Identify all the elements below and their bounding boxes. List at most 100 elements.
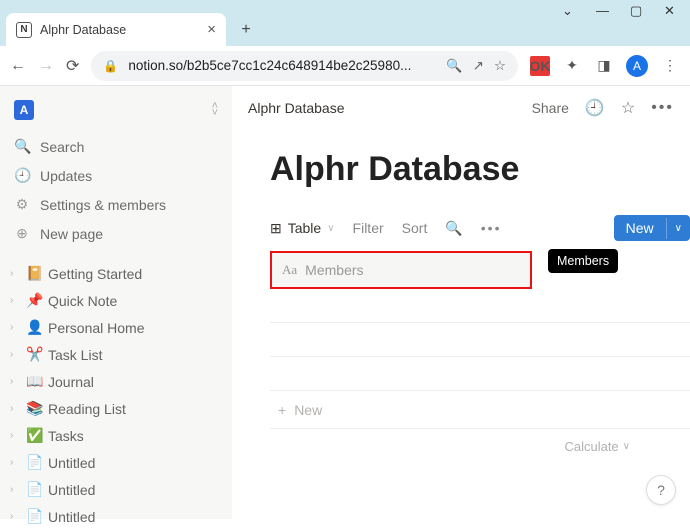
page-icon: 📌 <box>26 292 42 309</box>
new-row-label: New <box>294 402 322 418</box>
sidebar-search-label: Search <box>40 139 84 155</box>
db-search-icon[interactable]: 🔍 <box>445 220 462 237</box>
url-text: notion.so/b2b5ce7cc1c24c648914be2c25980.… <box>128 58 436 73</box>
page-label: Task List <box>48 347 102 363</box>
chevron-down-icon: ∨ <box>327 223 334 234</box>
gear-icon: ⚙ <box>14 196 30 213</box>
profile-avatar[interactable]: A <box>626 55 648 77</box>
favorite-icon[interactable]: ☆ <box>621 98 635 118</box>
window-close-icon[interactable]: ✕ <box>664 3 676 19</box>
back-button[interactable]: ← <box>10 57 26 75</box>
calculate-label: Calculate <box>564 439 618 454</box>
page-icon: 📔 <box>26 265 42 282</box>
table-icon: ⊞ <box>270 220 282 237</box>
calculate-button[interactable]: Calculate ∨ <box>270 429 690 463</box>
page-title[interactable]: Alphr Database <box>270 150 690 215</box>
tab-title: Alphr Database <box>40 23 126 37</box>
caret-icon[interactable]: › <box>10 403 20 414</box>
page-label: Journal <box>48 374 94 390</box>
window-minimize-icon[interactable]: ⌄ <box>562 3 574 19</box>
sidebar-page-item[interactable]: › ✅ Tasks <box>4 422 228 449</box>
sidebar-search[interactable]: 🔍 Search <box>4 132 228 161</box>
window-maximize-icon[interactable]: ▢ <box>630 3 642 19</box>
ok-extension-icon[interactable]: OK <box>530 56 550 76</box>
sidebar-page-item[interactable]: › 📖 Journal <box>4 368 228 395</box>
caret-icon[interactable]: › <box>10 268 20 279</box>
window-minimize2-icon[interactable]: — <box>596 3 608 19</box>
sidebar-page-item[interactable]: ›✂️Task List <box>4 341 228 368</box>
clock-icon: 🕘 <box>14 167 30 184</box>
notion-favicon-icon: N <box>16 22 32 38</box>
caret-icon[interactable]: › <box>10 349 20 360</box>
text-property-icon: Aa <box>282 262 297 278</box>
page-label: Personal Home <box>48 320 145 336</box>
page-icon: 📄 <box>26 508 42 525</box>
table-row[interactable] <box>270 323 690 357</box>
sidebar-page-item[interactable]: › 👤 Personal Home <box>4 314 228 341</box>
new-tab-button[interactable]: + <box>232 16 260 44</box>
caret-icon[interactable]: › <box>10 430 20 441</box>
star-url-icon[interactable]: ☆ <box>494 58 506 74</box>
page-topbar: Alphr Database Share 🕘 ☆ ••• <box>232 86 690 130</box>
view-label: Table <box>288 220 321 236</box>
caret-icon[interactable]: › <box>10 295 20 306</box>
property-tooltip: Members <box>548 249 618 273</box>
new-entry-label: New <box>614 215 666 241</box>
page-icon: 📄 <box>26 454 42 471</box>
filter-button[interactable]: Filter <box>353 220 384 236</box>
table-row[interactable] <box>270 357 690 391</box>
share-url-icon[interactable]: ↗ <box>473 58 484 74</box>
page-icon: 👤 <box>26 319 42 336</box>
share-button[interactable]: Share <box>532 100 569 116</box>
add-row-button[interactable]: + New <box>270 391 690 429</box>
caret-icon[interactable]: › <box>10 376 20 387</box>
help-button[interactable]: ? <box>646 475 676 505</box>
page-icon: 📖 <box>26 373 42 390</box>
reload-button[interactable]: ⟳ <box>66 56 79 76</box>
sidebar-page-item[interactable]: ›📌Quick Note <box>4 287 228 314</box>
lock-icon: 🔒 <box>103 59 118 73</box>
updates-icon[interactable]: 🕘 <box>585 98 605 118</box>
caret-icon[interactable]: › <box>10 322 20 333</box>
forward-button[interactable]: → <box>38 57 54 75</box>
page-icon: ✅ <box>26 427 42 444</box>
breadcrumb[interactable]: Alphr Database <box>248 100 345 116</box>
sort-button[interactable]: Sort <box>402 220 428 236</box>
panel-extension-icon[interactable]: ◨ <box>594 56 614 76</box>
sidebar-page-item[interactable]: ›📔Getting Started <box>4 260 228 287</box>
caret-icon[interactable]: › <box>10 484 20 495</box>
search-in-url-icon[interactable]: 🔍 <box>446 58 462 74</box>
plus-circle-icon: ⊕ <box>14 225 30 242</box>
workspace-badge: A <box>14 100 34 120</box>
sidebar-settings[interactable]: ⚙ Settings & members <box>4 190 228 219</box>
property-header-members[interactable]: Aa Members <box>270 251 532 289</box>
workspace-switcher[interactable]: A ˄˅ <box>4 96 228 132</box>
page-icon: 📚 <box>26 400 42 417</box>
sidebar-page-item[interactable]: ›📄Untitled <box>4 503 228 530</box>
page-label: Tasks <box>48 428 84 444</box>
sidebar-page-item[interactable]: ›📚Reading List <box>4 395 228 422</box>
table-row[interactable] <box>270 289 690 323</box>
browser-menu-icon[interactable]: ⋮ <box>660 56 680 76</box>
plus-icon: + <box>278 402 286 418</box>
sidebar-page-item[interactable]: ›📄Untitled <box>4 449 228 476</box>
search-icon: 🔍 <box>14 138 30 155</box>
browser-tab[interactable]: N Alphr Database × <box>6 13 226 46</box>
page-more-icon[interactable]: ••• <box>651 99 674 117</box>
caret-icon[interactable]: › <box>10 511 20 522</box>
sidebar-new-page[interactable]: ⊕ New page <box>4 219 228 248</box>
view-switcher[interactable]: ⊞ Table ∨ <box>270 220 335 237</box>
puzzle-extension-icon[interactable]: ✦ <box>562 56 582 76</box>
caret-icon[interactable]: › <box>10 457 20 468</box>
sidebar-page-item[interactable]: ›📄Untitled <box>4 476 228 503</box>
tab-close-icon[interactable]: × <box>207 21 216 38</box>
sidebar-newpage-label: New page <box>40 226 103 242</box>
new-entry-dropdown-icon[interactable]: ∨ <box>666 218 690 239</box>
property-name: Members <box>305 262 363 278</box>
new-entry-button[interactable]: New ∨ <box>614 215 690 241</box>
db-more-icon[interactable]: ••• <box>481 220 502 236</box>
sidebar-updates[interactable]: 🕘 Updates <box>4 161 228 190</box>
sidebar: A ˄˅ 🔍 Search 🕘 Updates ⚙ Settings & mem… <box>0 86 232 519</box>
address-bar[interactable]: 🔒 notion.so/b2b5ce7cc1c24c648914be2c2598… <box>91 51 518 81</box>
sidebar-updates-label: Updates <box>40 168 92 184</box>
